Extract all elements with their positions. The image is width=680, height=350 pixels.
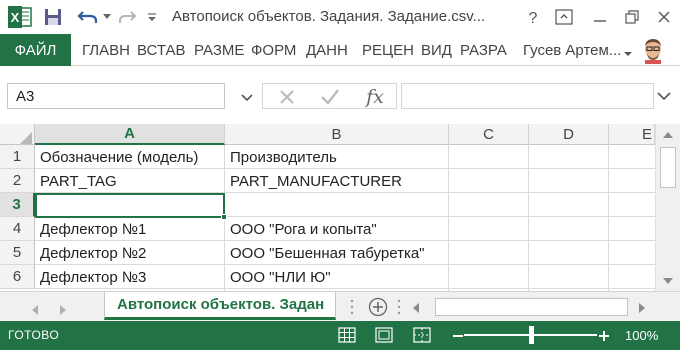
insert-function-button[interactable]: fx: [361, 84, 389, 110]
name-box[interactable]: A3: [7, 83, 225, 109]
cell-b2[interactable]: PART_MANUFACTURER: [225, 169, 449, 193]
name-box-value: A3: [16, 88, 35, 105]
scroll-right-icon[interactable]: [637, 301, 647, 313]
sheet-tab-active[interactable]: Автопоиск объектов. Задан: [104, 292, 336, 320]
column-header-b[interactable]: B: [225, 124, 449, 145]
horizontal-scrollbar[interactable]: [405, 296, 655, 318]
tab-separator-icon: [350, 298, 354, 316]
zoom-in-icon[interactable]: [598, 329, 610, 341]
zoom-level[interactable]: 100%: [625, 328, 658, 343]
scroll-up-icon[interactable]: [662, 128, 674, 140]
expand-formula-bar-icon[interactable]: [656, 88, 672, 104]
cancel-entry-icon[interactable]: [277, 87, 297, 107]
close-icon[interactable]: [653, 7, 675, 27]
horizontal-scroll-thumb[interactable]: [435, 298, 628, 316]
gridline: [528, 145, 529, 291]
tab-page-layout[interactable]: РАЗМЕ: [194, 34, 244, 66]
select-all-button[interactable]: [0, 124, 35, 145]
name-box-dropdown-icon[interactable]: [241, 90, 253, 102]
cell-b3[interactable]: [225, 193, 449, 217]
page-layout-view-icon[interactable]: [375, 327, 393, 343]
user-name[interactable]: Гусев Артем...: [523, 34, 621, 66]
customize-toolbar-icon[interactable]: [144, 6, 160, 28]
tab-home[interactable]: ГЛАВН: [82, 34, 130, 66]
row-header-4[interactable]: 4: [0, 217, 35, 241]
cell-b1[interactable]: Производитель: [225, 145, 449, 169]
restore-icon[interactable]: [621, 7, 643, 27]
tab-view[interactable]: ВИД: [421, 34, 452, 66]
select-all-triangle-icon: [20, 131, 32, 144]
help-icon[interactable]: ?: [523, 7, 543, 27]
excel-logo-icon[interactable]: X: [8, 6, 32, 28]
account-dropdown-icon[interactable]: [624, 45, 632, 56]
undo-icon[interactable]: [75, 6, 101, 28]
ribbon-tabs: ФАЙЛ ГЛАВН ВСТАВ РАЗМЕ ФОРМ ДАНН РЕЦЕН В…: [0, 34, 680, 66]
scroll-down-icon[interactable]: [662, 274, 674, 286]
hscroll-splitter-icon[interactable]: [397, 298, 401, 316]
column-header-a[interactable]: A: [35, 124, 225, 145]
cell-a6[interactable]: Дефлектор №3: [35, 265, 225, 289]
tab-review[interactable]: РЕЦЕН: [362, 34, 414, 66]
svg-text:X: X: [11, 10, 20, 25]
column-header-d[interactable]: D: [529, 124, 609, 145]
row-header-3[interactable]: 3: [0, 193, 35, 217]
tab-formulas[interactable]: ФОРМ: [251, 34, 296, 66]
tab-developer[interactable]: РАЗРА: [460, 34, 507, 66]
ribbon-display-icon[interactable]: [553, 7, 575, 27]
cell-b4[interactable]: ООО "Рога и копыта": [225, 217, 455, 241]
sheet-tabs-bar: Автопоиск объектов. Задан: [0, 291, 680, 322]
gridline: [608, 145, 609, 291]
title-bar: X Автопоиск объектов. Задания. Задание.c…: [0, 0, 680, 34]
row-header-1[interactable]: 1: [0, 145, 35, 169]
zoom-out-icon[interactable]: [452, 329, 464, 341]
formula-buttons: fx: [262, 83, 397, 109]
cell-a2[interactable]: PART_TAG: [35, 169, 225, 193]
cell-a1[interactable]: Обозначение (модель): [35, 145, 225, 169]
fill-handle[interactable]: [221, 214, 227, 220]
cell-a4[interactable]: Дефлектор №1: [35, 217, 225, 241]
redo-icon[interactable]: [116, 6, 140, 28]
row-header-5[interactable]: 5: [0, 241, 35, 265]
tab-file[interactable]: ФАЙЛ: [0, 34, 71, 66]
page-break-view-icon[interactable]: [413, 327, 431, 343]
tab-data[interactable]: ДАНН: [306, 34, 348, 66]
minimize-icon[interactable]: [589, 7, 611, 27]
row-header-2[interactable]: 2: [0, 169, 35, 193]
svg-text:?: ?: [529, 10, 538, 26]
cell-b6[interactable]: ООО "НЛИ Ю": [225, 265, 449, 289]
formula-bar: A3 fx: [0, 66, 680, 124]
worksheet-grid: A B C D E 1 2 3 4 5 6 Обозначение (модел…: [0, 124, 680, 291]
row-header-6[interactable]: 6: [0, 265, 35, 289]
enter-check-icon[interactable]: [319, 87, 341, 107]
column-header-e[interactable]: E: [609, 124, 655, 145]
add-sheet-icon[interactable]: [368, 297, 388, 317]
zoom-slider-thumb[interactable]: [528, 326, 534, 344]
scrollbar-corner: [655, 292, 680, 322]
tab-insert[interactable]: ВСТАВ: [137, 34, 186, 66]
previous-sheet-icon[interactable]: [30, 302, 40, 315]
column-header-c[interactable]: C: [449, 124, 529, 145]
status-bar: ГОТОВО 100%: [0, 321, 680, 350]
vertical-scrollbar[interactable]: [655, 124, 680, 291]
normal-view-icon[interactable]: [338, 327, 356, 343]
status-ready: ГОТОВО: [8, 328, 60, 342]
active-cell-border: [35, 193, 225, 218]
cell-b5[interactable]: ООО "Бешенная табуретка": [225, 241, 455, 265]
vertical-scroll-thumb[interactable]: [660, 147, 676, 188]
next-sheet-icon[interactable]: [58, 302, 68, 315]
scroll-left-icon[interactable]: [411, 301, 421, 313]
avatar[interactable]: [639, 36, 667, 64]
save-icon[interactable]: [42, 6, 64, 28]
formula-input[interactable]: [401, 83, 654, 109]
cell-a5[interactable]: Дефлектор №2: [35, 241, 225, 265]
window-title: Автопоиск объектов. Задания. Задание.csv…: [172, 8, 486, 25]
undo-dropdown-icon[interactable]: [101, 6, 113, 28]
